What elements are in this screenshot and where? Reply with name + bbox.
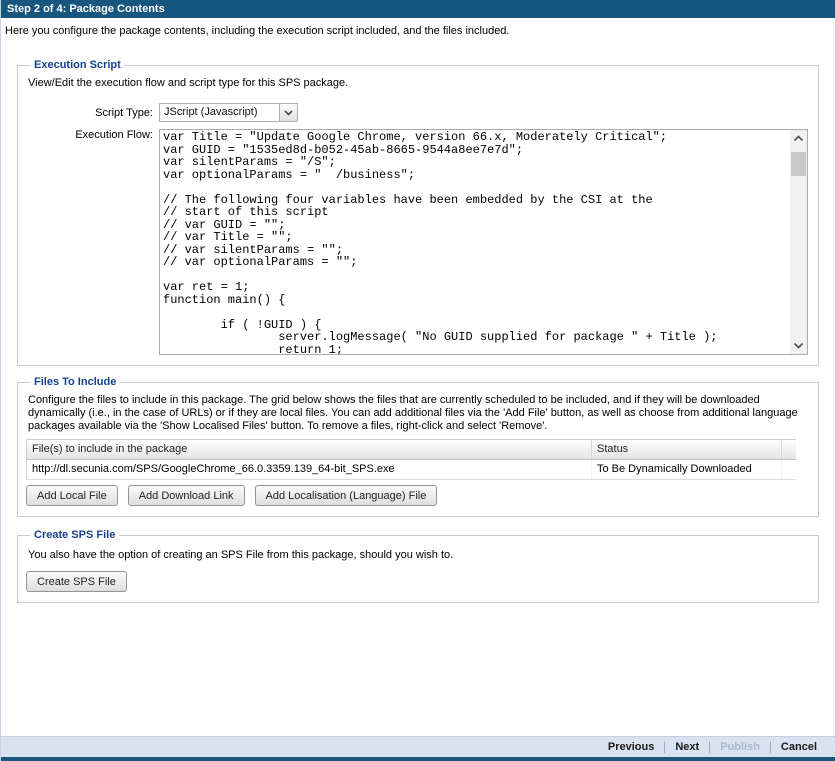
- column-header-filler: [782, 440, 797, 459]
- wizard-footer: Previous Next Publish Cancel: [1, 736, 835, 757]
- execution-flow-code[interactable]: var Title = "Update Google Chrome, versi…: [160, 130, 790, 354]
- files-to-include-legend: Files To Include: [30, 376, 120, 388]
- cancel-button[interactable]: Cancel: [771, 741, 827, 753]
- bottom-accent-strip: [1, 757, 835, 761]
- files-grid-header: File(s) to include in the package Status: [27, 440, 796, 460]
- file-status-cell: To Be Dynamically Downloaded: [592, 460, 782, 479]
- publish-button[interactable]: Publish: [710, 741, 770, 753]
- column-header-file[interactable]: File(s) to include in the package: [27, 440, 592, 459]
- create-sps-file-button[interactable]: Create SPS File: [26, 571, 127, 592]
- chevron-down-icon[interactable]: [280, 103, 298, 122]
- create-sps-legend: Create SPS File: [30, 529, 119, 541]
- create-sps-section: Create SPS File You also have the option…: [17, 529, 819, 603]
- execution-script-legend: Execution Script: [30, 59, 125, 71]
- add-local-file-button[interactable]: Add Local File: [26, 485, 118, 506]
- add-download-link-button[interactable]: Add Download Link: [128, 485, 245, 506]
- script-type-value[interactable]: JScript (Javascript): [159, 103, 280, 122]
- editor-scrollbar[interactable]: [790, 130, 807, 354]
- execution-flow-editor[interactable]: var Title = "Update Google Chrome, versi…: [159, 129, 808, 355]
- wizard-step-title: Step 2 of 4: Package Contents: [1, 0, 835, 18]
- files-to-include-section: Files To Include Configure the files to …: [17, 376, 819, 517]
- execution-script-section: Execution Script View/Edit the execution…: [17, 59, 819, 366]
- next-button[interactable]: Next: [665, 741, 709, 753]
- files-grid: File(s) to include in the package Status…: [26, 439, 796, 480]
- execution-script-description: View/Edit the execution flow and script …: [28, 77, 810, 90]
- script-type-select[interactable]: JScript (Javascript): [159, 103, 298, 122]
- previous-button[interactable]: Previous: [598, 741, 664, 753]
- table-row[interactable]: http://dl.secunia.com/SPS/GoogleChrome_6…: [27, 460, 796, 480]
- files-to-include-description: Configure the files to include in this p…: [28, 394, 810, 433]
- create-sps-description: You also have the option of creating an …: [28, 549, 810, 562]
- script-type-label: Script Type:: [26, 107, 159, 119]
- execution-flow-label: Execution Flow:: [26, 129, 159, 141]
- wizard-page: Step 2 of 4: Package Contents Here you c…: [0, 0, 836, 761]
- content-spacer: [1, 603, 835, 736]
- scroll-up-icon[interactable]: [790, 130, 807, 147]
- add-localisation-file-button[interactable]: Add Localisation (Language) File: [255, 485, 438, 506]
- wizard-subtitle: Here you configure the package contents,…: [1, 18, 835, 37]
- scroll-down-icon[interactable]: [790, 337, 807, 354]
- scrollbar-thumb[interactable]: [791, 152, 806, 176]
- file-url-cell[interactable]: http://dl.secunia.com/SPS/GoogleChrome_6…: [27, 460, 592, 479]
- column-header-status[interactable]: Status: [592, 440, 782, 459]
